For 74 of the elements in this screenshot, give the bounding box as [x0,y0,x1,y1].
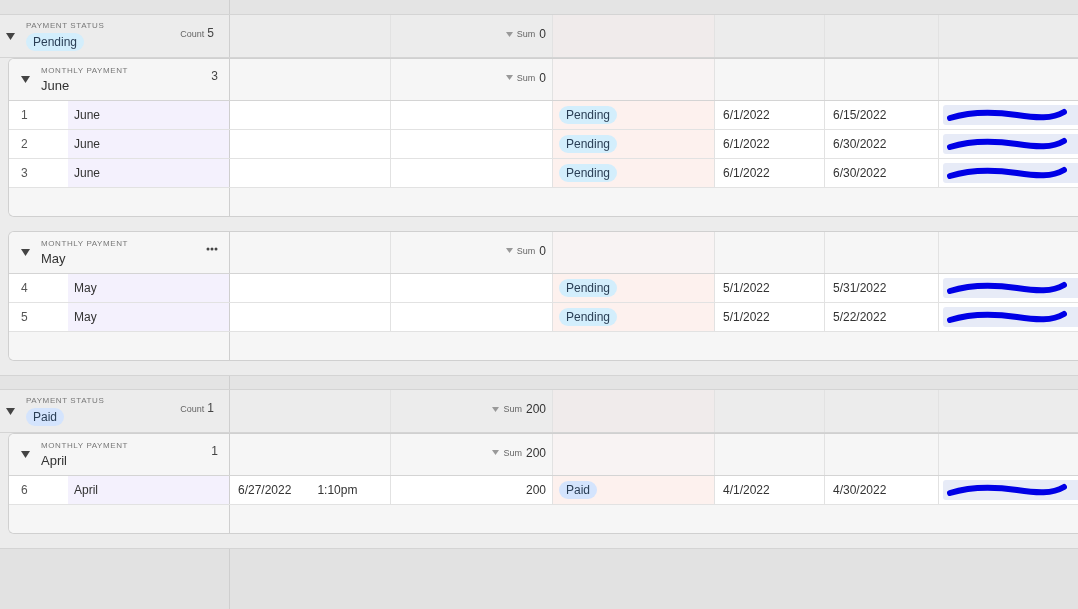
count-label: Count [180,404,205,414]
date-cell: 4/30/2022 [833,483,887,497]
disclosure-triangle-icon[interactable] [6,32,15,40]
group-value: April [41,453,67,468]
group-field-label: PAYMENT STATUS [26,396,105,405]
record-chip[interactable] [943,307,1078,327]
date-cell: 6/27/2022 [238,483,292,497]
group-value: May [41,251,66,266]
sum-value: 200 [525,402,546,416]
count-value: 1 [211,443,218,458]
sum-value: 0 [539,27,546,41]
count-label: Count [180,29,205,39]
disclosure-triangle-icon[interactable] [6,407,15,415]
time-cell: 1:10pm [317,483,358,497]
date-cell: 6/1/2022 [723,166,770,180]
date-cell: 6/1/2022 [723,137,770,151]
row-number: 2 [20,136,29,153]
count-value: 1 [207,401,214,415]
sum-label: Sum [503,404,522,414]
caret-icon[interactable] [505,248,513,253]
group-field-label: MONTHLY PAYMENT [41,441,129,450]
row-number: 1 [20,107,29,124]
date-cell: 5/1/2022 [723,281,770,295]
count-value: 5 [207,26,214,40]
disclosure-triangle-icon[interactable] [21,76,30,83]
date-cell: 5/22/2022 [833,310,887,324]
sum-label: Sum [516,245,536,256]
table-cell: June [68,130,230,158]
date-cell: 5/31/2022 [833,281,887,295]
status-pill: Pending [559,106,618,124]
sum-value: 0 [539,243,546,258]
status-chip: Pending [26,33,85,51]
disclosure-triangle-icon[interactable] [21,451,30,458]
date-cell: 6/1/2022 [723,108,770,122]
status-pill: Pending [559,308,618,326]
table-cell: June [68,159,230,187]
disclosure-triangle-icon[interactable] [21,249,30,256]
record-chip[interactable] [943,480,1078,500]
record-chip[interactable] [943,105,1078,125]
record-chip[interactable] [943,278,1078,298]
caret-icon[interactable] [505,75,513,80]
table-cell: May [68,274,230,302]
date-cell: 6/15/2022 [833,108,887,122]
group-value: June [41,78,70,93]
caret-icon[interactable] [492,450,500,455]
status-pill: Pending [559,279,618,297]
table-cell: June [68,101,230,129]
record-chip[interactable] [943,163,1078,183]
count-value: 3 [211,68,218,83]
sum-value: 0 [539,70,546,85]
date-cell: 6/30/2022 [833,137,887,151]
status-pill: Pending [559,135,618,153]
amount-cell: 200 [525,483,546,497]
more-icon[interactable] [206,246,218,251]
row-number: 6 [20,482,29,499]
table-cell: April [68,476,230,504]
status-chip: Paid [26,408,65,426]
sum-label: Sum [516,29,536,39]
record-chip[interactable] [943,134,1078,154]
row-number: 3 [20,165,29,182]
group-field-label: PAYMENT STATUS [26,21,105,30]
date-cell: 5/1/2022 [723,310,770,324]
status-pill: Pending [559,164,618,182]
sum-label: Sum [503,447,522,458]
group-field-label: MONTHLY PAYMENT [41,239,129,248]
status-pill: Paid [559,481,598,499]
row-number: 5 [20,309,29,326]
date-cell: 6/30/2022 [833,166,887,180]
sum-label: Sum [516,72,536,83]
sum-value: 200 [525,445,546,460]
row-number: 4 [20,280,29,297]
group-field-label: MONTHLY PAYMENT [41,66,129,75]
table-cell: May [68,303,230,331]
date-cell: 4/1/2022 [723,483,770,497]
